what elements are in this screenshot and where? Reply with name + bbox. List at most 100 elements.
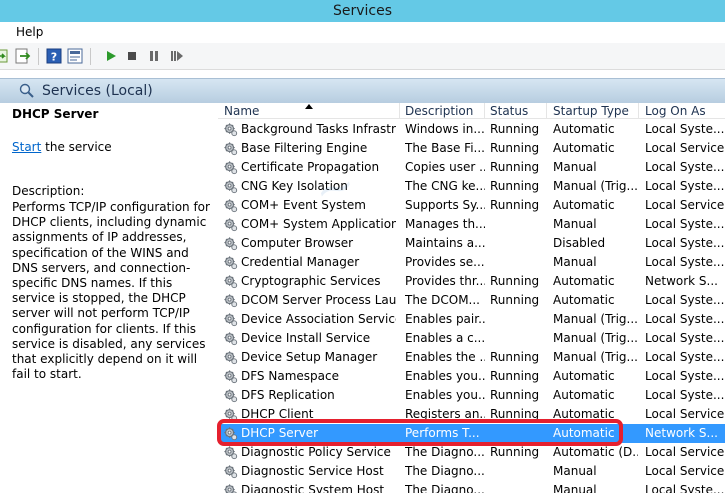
table-row[interactable]: COM+ System Application Manages th... Manu… (218, 215, 725, 234)
table-row[interactable]: Certificate Propagation Copies user ... Ru… (218, 158, 725, 177)
service-log-on-as-cell: Local Syste... (645, 255, 725, 269)
service-log-on-as-cell: Local Syste... (645, 217, 725, 231)
menu-bar: Help (0, 22, 725, 43)
start-service-link[interactable]: Start (12, 140, 41, 154)
table-row[interactable]: DHCP Client Registers an... Running Automat… (218, 405, 725, 424)
help-icon[interactable]: ? (46, 48, 62, 64)
properties-icon[interactable] (67, 48, 83, 64)
services-list: Name Description Status Startup Type Log… (218, 103, 725, 493)
table-row[interactable]: Computer Browser Maintains a... Disabled Lo… (218, 234, 725, 253)
service-status-cell: Running (490, 293, 540, 307)
service-startup-type-cell: Automatic (553, 388, 615, 402)
service-status-cell: Running (490, 179, 540, 193)
service-startup-type-cell: Manual (Trig... (553, 179, 638, 193)
table-row[interactable]: DFS Replication Enables you... Running Auto… (218, 386, 725, 405)
service-log-on-as-cell: Local Syste... (645, 160, 725, 174)
column-header-name[interactable]: Name (224, 104, 259, 118)
export-list-icon[interactable] (15, 48, 31, 64)
service-description-cell: Windows in... (405, 122, 485, 136)
column-header-log-on-as[interactable]: Log On As (645, 104, 706, 118)
service-description-cell: Copies user ... (405, 160, 485, 174)
gear-icon (223, 274, 238, 289)
service-description: Performs TCP/IP configuration for DHCP c… (12, 200, 210, 382)
service-name-cell: COM+ System Application (241, 217, 396, 231)
scope-title: Services (Local) (42, 83, 153, 99)
service-log-on-as-cell: Local Service (645, 141, 725, 155)
service-name-cell: Device Setup Manager (241, 350, 378, 364)
service-name-cell: DHCP Server (241, 426, 319, 440)
service-log-on-as-cell: Local Service (645, 198, 725, 212)
table-row[interactable]: Background Tasks Infrastru... Windows in.… (218, 120, 725, 139)
table-row[interactable]: DCOM Server Process Laun... The DCOM... Ru… (218, 291, 725, 310)
table-row[interactable]: Device Install Service Enables a c... Manu… (218, 329, 725, 348)
table-row[interactable]: Cryptographic Services Provides thr... Run… (218, 272, 725, 291)
column-header-startup-type[interactable]: Startup Type (553, 104, 629, 118)
column-header-description[interactable]: Description (405, 104, 473, 118)
service-status-cell: Running (490, 445, 540, 459)
table-row[interactable]: Device Association Service Enables pair..… (218, 310, 725, 329)
start-service-suffix: the service (41, 140, 112, 154)
column-header-status[interactable]: Status (490, 104, 528, 118)
table-row[interactable]: DFS Namespace Enables you... Running Automa… (218, 367, 725, 386)
gear-icon (223, 369, 238, 384)
service-status-cell: Running (490, 388, 540, 402)
svg-text:?: ? (51, 51, 57, 64)
gear-icon (223, 426, 238, 441)
column-divider[interactable] (546, 103, 547, 119)
service-name-cell: Computer Browser (241, 236, 354, 250)
service-name-cell: Diagnostic System Host (241, 483, 385, 493)
restart-service-icon[interactable] (168, 48, 184, 64)
service-description-cell: Enables you... (405, 369, 485, 383)
service-log-on-as-cell: Local Service (645, 464, 725, 478)
service-startup-type-cell: Manual (Trig... (553, 312, 638, 326)
sort-ascending-icon (305, 104, 313, 109)
service-name-cell: DHCP Client (241, 407, 314, 421)
services-table-body: Background Tasks Infrastru... Windows in.… (218, 120, 725, 493)
service-name-cell: Credential Manager (241, 255, 360, 269)
gear-icon (223, 388, 238, 403)
service-name-cell: Certificate Propagation (241, 160, 380, 174)
table-row[interactable]: Credential Manager Provides se... Manual Lo… (218, 253, 725, 272)
pause-service-icon[interactable] (146, 48, 162, 64)
table-row[interactable]: CNG Key Isolation The CNG ke... Running Man… (218, 177, 725, 196)
window-title-bar[interactable]: Services (0, 0, 725, 22)
service-description-cell: The CNG ke... (405, 179, 485, 193)
service-description-cell: Supports Sy... (405, 198, 485, 212)
table-row[interactable]: COM+ Event System Supports Sy... Running Au… (218, 196, 725, 215)
column-divider[interactable] (638, 103, 639, 119)
start-service-line: Start the service (12, 140, 112, 154)
table-row[interactable]: Diagnostic System Host The Diagno... Manua… (218, 481, 725, 493)
table-row[interactable]: DHCP Server Performs T... Automatic Network… (218, 424, 725, 443)
table-row[interactable]: Device Setup Manager Enables the ... Runni… (218, 348, 725, 367)
service-log-on-as-cell: Local Syste... (645, 350, 725, 364)
column-divider[interactable] (484, 103, 485, 119)
service-startup-type-cell: Automatic (553, 293, 615, 307)
service-startup-type-cell: Automatic (D... (553, 445, 638, 459)
service-startup-type-cell: Manual (553, 217, 597, 231)
service-name-cell: Diagnostic Policy Service (241, 445, 391, 459)
service-log-on-as-cell: Local Syste... (645, 331, 725, 345)
service-description-cell: The Diagno... (405, 464, 485, 478)
service-description-cell: The Base Fi... (405, 141, 485, 155)
table-row[interactable]: Base Filtering Engine The Base Fi... Runni… (218, 139, 725, 158)
table-row[interactable]: Diagnostic Policy Service The Diagno... Ru… (218, 443, 725, 462)
service-description-cell: Enables a c... (405, 331, 485, 345)
table-row[interactable]: Diagnostic Service Host The Diagno... Manu… (218, 462, 725, 481)
scope-header: Services (Local) (0, 78, 725, 103)
service-name-cell: Diagnostic Service Host (241, 464, 384, 478)
toolbar-separator (90, 48, 91, 65)
gear-icon (223, 255, 238, 270)
gear-icon (223, 236, 238, 251)
service-name-cell: DCOM Server Process Laun... (241, 293, 396, 307)
service-log-on-as-cell: Local Syste... (645, 293, 725, 307)
stop-service-icon[interactable] (124, 48, 140, 64)
magnifier-gear-icon (19, 83, 34, 98)
service-startup-type-cell: Automatic (553, 141, 615, 155)
service-log-on-as-cell: Local Syste... (645, 369, 725, 383)
menu-help[interactable]: Help (16, 25, 43, 39)
service-log-on-as-cell: Local Syste... (645, 388, 725, 402)
refresh-icon[interactable] (0, 48, 10, 64)
service-name-cell: CNG Key Isolation (241, 179, 348, 193)
start-service-icon[interactable] (103, 48, 119, 64)
column-divider[interactable] (399, 103, 400, 119)
